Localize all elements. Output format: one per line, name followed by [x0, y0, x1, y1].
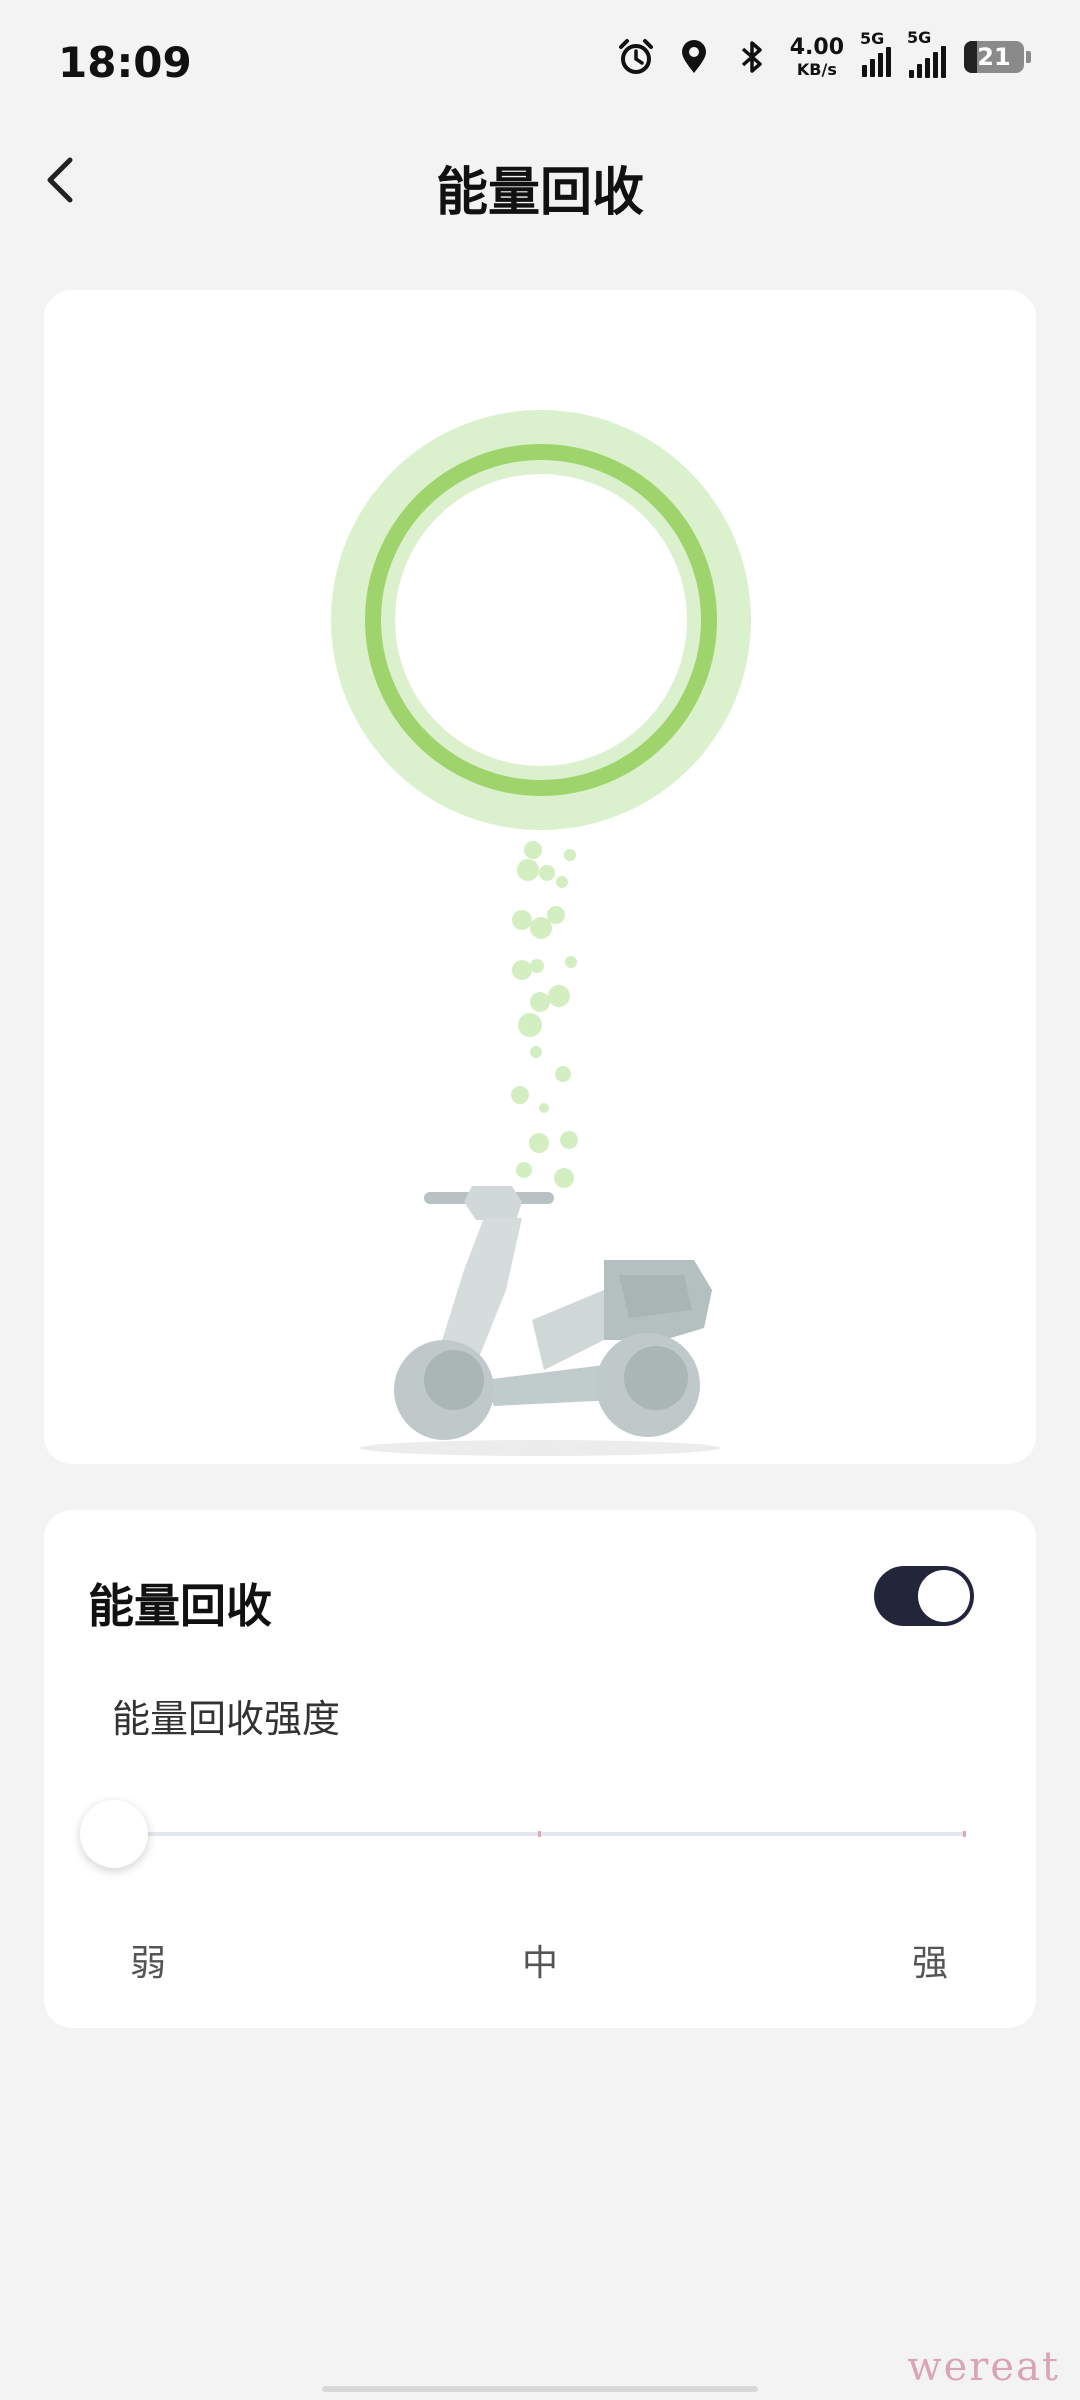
signal-bar — [933, 52, 938, 78]
signal-bar — [862, 65, 867, 77]
home-indicator[interactable] — [322, 2386, 758, 2392]
status-time: 18:09 — [58, 38, 192, 87]
network-speed: 4.00 KB/s — [789, 34, 844, 79]
signal-bar — [870, 59, 875, 77]
battery-level: 21 — [977, 43, 1011, 71]
signal-bar — [941, 46, 946, 78]
level-strong[interactable]: 强 — [890, 1934, 970, 1986]
signal-strength-2: 5G — [907, 28, 946, 78]
signal-strength-1: 5G — [860, 29, 891, 77]
level-weak[interactable]: 弱 — [108, 1934, 188, 1986]
battery-icon: 21 — [964, 41, 1031, 73]
energy-ring-inner — [395, 474, 687, 766]
network-speed-value: 4.00 — [789, 34, 844, 60]
intensity-slider-track[interactable] — [114, 1831, 966, 1837]
signal-bar — [909, 70, 914, 78]
network-speed-unit: KB/s — [796, 59, 837, 79]
slider-tick-end — [963, 1831, 966, 1837]
signal-bar — [925, 58, 930, 78]
energy-recovery-illustration — [331, 410, 751, 1456]
alarm-icon — [618, 39, 653, 74]
energy-particles — [511, 841, 578, 1188]
energy-recovery-toggle[interactable] — [874, 1566, 974, 1626]
status-icons: 4.00 KB/s 5G 5G 21 — [616, 28, 1031, 79]
signal-1-tag: 5G — [860, 29, 885, 48]
status-bar: 18:09 4.00 KB/s 5G 5G 21 — [0, 0, 1080, 130]
watermark: wereat — [907, 2344, 1060, 2390]
header: 能量回收 — [0, 130, 1080, 230]
toggle-knob — [918, 1570, 970, 1622]
energy-recovery-settings-card: 能量回收 能量回收强度 弱 中 强 — [44, 1510, 1036, 2028]
signal-2-tag: 5G — [907, 28, 932, 47]
intensity-label: 能量回收强度 — [112, 1697, 341, 1741]
scooter-illustration — [360, 1186, 720, 1456]
bluetooth-icon — [741, 41, 762, 73]
signal-bar — [886, 47, 891, 77]
level-medium[interactable]: 中 — [500, 1934, 580, 1986]
intensity-slider-thumb[interactable] — [80, 1800, 148, 1868]
illustration-card — [44, 290, 1036, 1464]
location-icon — [681, 40, 706, 73]
page-title: 能量回收 — [435, 163, 644, 223]
signal-bar — [878, 53, 883, 77]
energy-recovery-title: 能量回收 — [88, 1579, 272, 1633]
slider-tick-mid — [538, 1831, 541, 1837]
battery-fill — [964, 41, 977, 73]
signal-bar — [917, 64, 922, 78]
